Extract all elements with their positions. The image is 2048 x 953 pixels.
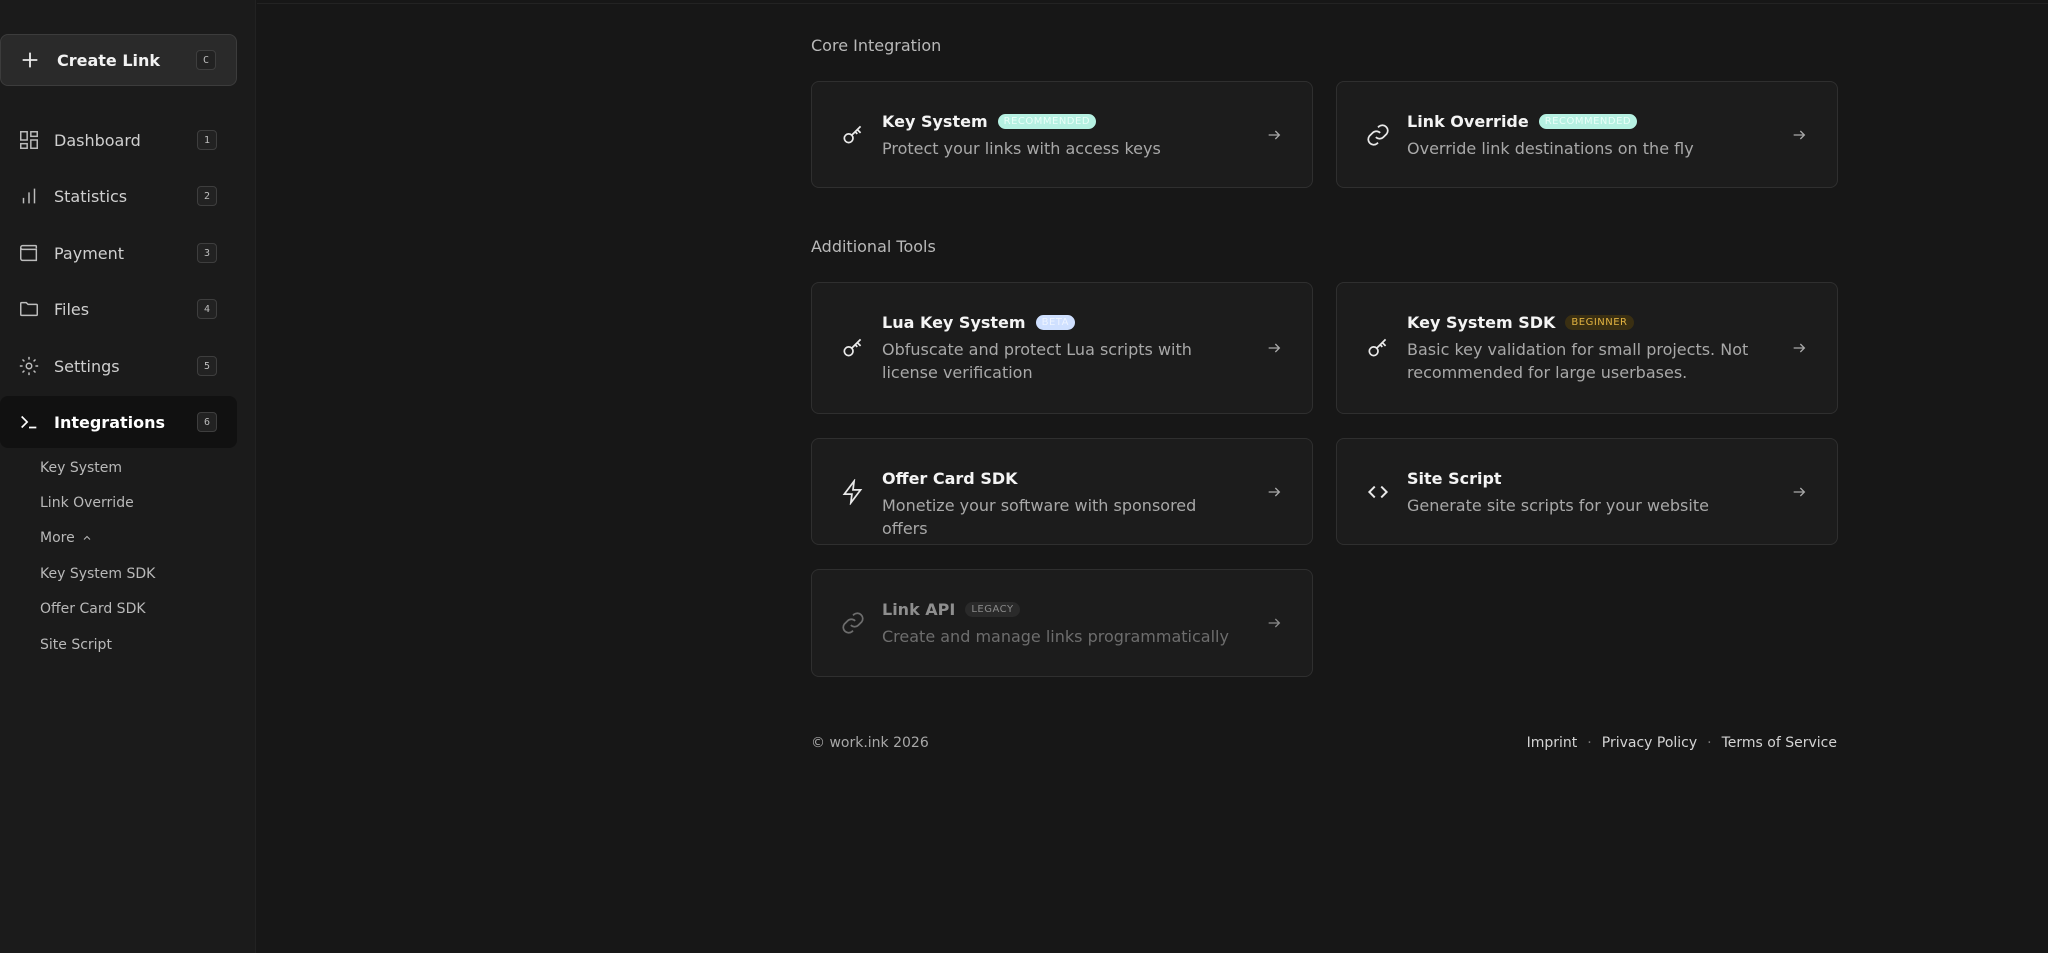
card-description: Basic key validation for small projects.… (1407, 340, 1749, 382)
sub-item-link-override[interactable]: Link Override (40, 495, 134, 511)
card-link-api[interactable]: Link API LEGACY Create and manage links … (811, 569, 1313, 677)
card-site-script[interactable]: Site Script Generate site scripts for yo… (1336, 438, 1838, 545)
sidebar-item-label: Payment (54, 243, 125, 263)
more-label: More (40, 530, 75, 546)
key-icon (843, 338, 862, 357)
shortcut-badge: 5 (197, 356, 217, 376)
footer-links: Imprint · Privacy Policy · Terms of Serv… (1527, 735, 1837, 751)
key-icon (1368, 338, 1387, 357)
sidebar-item-label: Dashboard (54, 130, 141, 150)
card-title: Key System (882, 112, 988, 131)
key-icon (843, 125, 862, 143)
additional-tools-title: Additional Tools (811, 237, 936, 256)
card-description: Create and manage links programmatically (882, 627, 1229, 646)
beta-badge: BETA (1035, 315, 1075, 330)
sub-item-offer-card-sdk[interactable]: Offer Card SDK (40, 601, 146, 617)
card-title: Link API (882, 600, 956, 619)
sub-item-key-system-sdk[interactable]: Key System SDK (40, 566, 155, 582)
card-title: Offer Card SDK (882, 469, 1018, 488)
grid-icon (20, 131, 38, 149)
separator: · (1707, 735, 1712, 751)
folder-icon (20, 301, 38, 317)
legacy-badge: LEGACY (965, 602, 1020, 617)
bar-chart-icon (22, 188, 36, 204)
sidebar-item-label: Settings (54, 356, 120, 376)
card-description: Generate site scripts for your website (1407, 496, 1709, 515)
chevron-up-icon (83, 535, 91, 540)
create-link-label: Create Link (57, 50, 161, 70)
card-description: Obfuscate and protect Lua scripts with l… (882, 340, 1192, 382)
top-divider (257, 0, 2048, 4)
arrow-right-icon (1793, 343, 1806, 353)
shortcut-badge: 3 (197, 243, 217, 263)
core-integration-title: Core Integration (811, 36, 942, 55)
arrow-right-icon (1268, 130, 1281, 139)
copyright: © work.ink 2026 (811, 735, 929, 751)
recommended-badge: RECOMMENDED (997, 114, 1097, 129)
code-icon (1367, 485, 1389, 498)
card-title: Lua Key System (882, 313, 1026, 332)
link-icon (842, 612, 864, 634)
shortcut-badge: 1 (197, 130, 217, 150)
privacy-policy-link[interactable]: Privacy Policy (1602, 735, 1697, 751)
sidebar-item-label: Files (54, 299, 90, 319)
arrow-right-icon (1268, 618, 1281, 628)
sub-item-site-script[interactable]: Site Script (40, 637, 112, 653)
imprint-link[interactable]: Imprint (1527, 735, 1578, 751)
sidebar-item-integrations[interactable]: Integrations 6 (0, 396, 237, 448)
sidebar-item-label: Integrations (54, 412, 166, 432)
arrow-right-icon (1793, 487, 1806, 496)
sidebar-item-statistics[interactable]: Statistics 2 (0, 170, 237, 222)
card-title: Link Override (1407, 112, 1529, 131)
card-key-system[interactable]: Key System RECOMMENDED Protect your link… (811, 81, 1313, 188)
separator: · (1587, 735, 1592, 751)
card-title: Key System SDK (1407, 313, 1556, 332)
lightning-icon (842, 478, 863, 505)
sub-item-key-system[interactable]: Key System (40, 460, 122, 476)
terminal-icon (21, 415, 37, 429)
card-description: Monetize your software with sponsored of… (882, 496, 1197, 538)
wallet-icon (20, 244, 38, 262)
sub-item-more[interactable]: More (40, 530, 93, 546)
shortcut-badge: 2 (197, 186, 217, 206)
card-title: Site Script (1407, 469, 1502, 488)
sidebar-item-settings[interactable]: Settings 5 (0, 340, 237, 392)
sidebar: Create Link C Dashboard 1 Statistics 2 P… (0, 0, 256, 953)
sidebar-item-dashboard[interactable]: Dashboard 1 (0, 114, 237, 166)
sidebar-item-label: Statistics (54, 186, 128, 206)
sidebar-item-payment[interactable]: Payment 3 (0, 227, 237, 279)
shortcut-badge: 6 (197, 412, 217, 432)
shortcut-badge: C (196, 50, 216, 70)
beginner-badge: BEGINNER (1565, 315, 1634, 330)
card-offer-card-sdk[interactable]: Offer Card SDK Monetize your software wi… (811, 438, 1313, 545)
plus-icon (22, 52, 38, 68)
arrow-right-icon (1268, 487, 1281, 496)
create-link-button[interactable]: Create Link C (0, 34, 237, 86)
card-description: Override link destinations on the fly (1407, 139, 1694, 158)
card-key-system-sdk[interactable]: Key System SDK BEGINNER Basic key valida… (1336, 282, 1838, 414)
arrow-right-icon (1793, 130, 1806, 139)
recommended-badge: RECOMMENDED (1538, 114, 1638, 129)
sidebar-item-files[interactable]: Files 4 (0, 283, 237, 335)
card-description: Protect your links with access keys (882, 139, 1161, 158)
gear-icon (19, 356, 39, 376)
card-link-override[interactable]: Link Override RECOMMENDED Override link … (1336, 81, 1838, 188)
card-lua-key-system[interactable]: Lua Key System BETA Obfuscate and protec… (811, 282, 1313, 414)
link-icon (1367, 123, 1389, 146)
arrow-right-icon (1268, 343, 1281, 353)
terms-of-service-link[interactable]: Terms of Service (1722, 735, 1837, 751)
shortcut-badge: 4 (197, 299, 217, 319)
